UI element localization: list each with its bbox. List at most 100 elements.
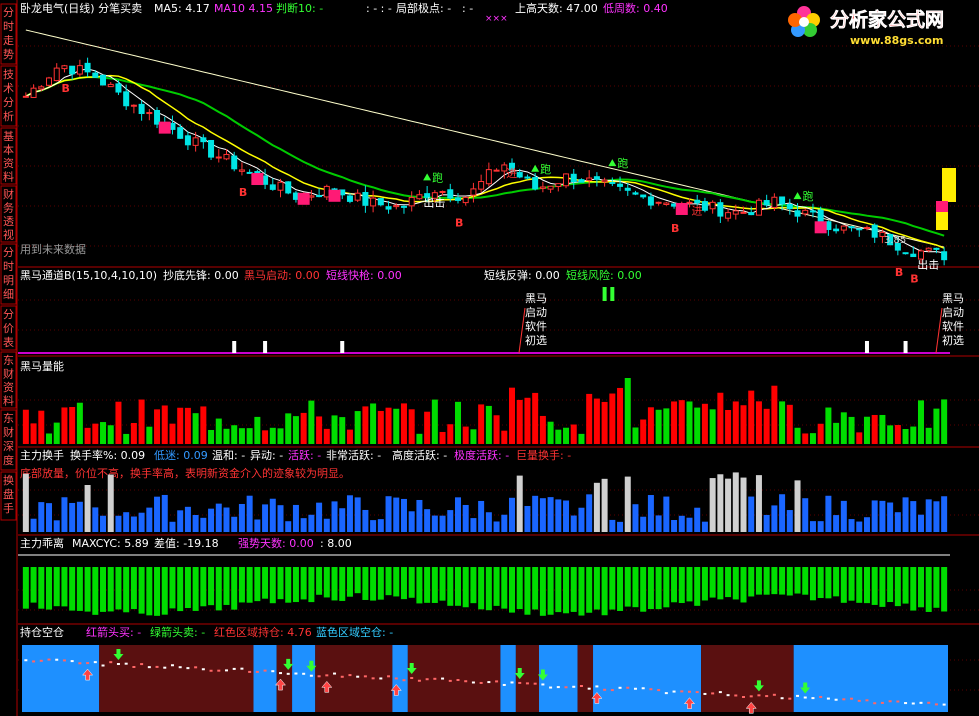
hold-dot xyxy=(441,677,445,680)
turnover-bar xyxy=(130,516,137,532)
volume-bar xyxy=(238,428,245,444)
run-mark: 跑 xyxy=(617,156,628,170)
candle-body xyxy=(454,197,461,201)
volume-bar xyxy=(647,407,654,444)
signal-green-bar xyxy=(610,287,615,301)
panel2-header: 黑马通道B(15,10,4,10,10) 抄底先锋: 0.00 黑马启动: 0.… xyxy=(20,268,642,282)
volume-bar xyxy=(400,403,407,444)
volume-bar xyxy=(887,425,894,444)
volume-bar xyxy=(871,414,878,444)
hold-zone xyxy=(500,645,516,712)
volume-bar xyxy=(833,422,840,444)
sidebar-tab-char: 资 xyxy=(3,381,14,394)
hold-dot xyxy=(641,687,645,690)
sidebar-tab[interactable]: 财务透视 xyxy=(0,185,17,243)
candle-body xyxy=(215,156,222,159)
pink-square-marker xyxy=(675,202,688,215)
deviation-bar xyxy=(578,567,585,616)
sidebar-tab[interactable]: 东财资料 xyxy=(0,351,17,409)
volume-bar xyxy=(154,409,161,444)
sidebar-tab[interactable]: 换盘手 xyxy=(0,471,17,521)
eight-label: : 8.00 xyxy=(320,537,352,550)
candle-body xyxy=(285,181,292,194)
deviation-bar xyxy=(933,567,940,608)
candle-body xyxy=(694,199,701,204)
sidebar-tab[interactable]: 分价表 xyxy=(0,305,17,351)
turnover-bar xyxy=(346,495,353,532)
turnover-bar xyxy=(509,497,516,532)
turnover-bar xyxy=(246,495,253,532)
candle-body xyxy=(115,83,122,93)
hold-dot xyxy=(294,672,298,675)
hold-dot xyxy=(703,692,707,695)
volume-bar xyxy=(130,422,137,444)
deviation-bar xyxy=(377,567,384,600)
volume-bar xyxy=(254,416,261,444)
candle-body xyxy=(763,200,770,206)
hold-dot xyxy=(248,670,252,673)
deviation-bar xyxy=(910,567,917,611)
deviation-bar xyxy=(879,567,886,607)
volume-bar xyxy=(902,429,909,444)
hold-zone xyxy=(392,645,408,712)
signal-white-bar xyxy=(340,341,345,353)
deviation-bar xyxy=(624,567,631,607)
turnover-bar xyxy=(578,507,585,532)
deviation-bar xyxy=(100,567,107,612)
sidebar-tab[interactable]: 技术分析 xyxy=(0,65,17,127)
deviation-bar xyxy=(655,567,662,610)
turnover-bar xyxy=(61,497,68,532)
signal-label: 初选 xyxy=(525,333,547,347)
volume-bar xyxy=(377,410,384,444)
hold-dot xyxy=(518,681,522,684)
volume-bar xyxy=(879,414,886,444)
deviation-bar xyxy=(69,567,76,611)
deviation-bar xyxy=(223,567,230,605)
run-mark: 跑 xyxy=(803,189,814,203)
flower-icon xyxy=(788,6,820,37)
stock-chart[interactable]: 分时走势技术分析基本资料财务透视分时明细分价表东财资料东财深度换盘手 卧龙电气(… xyxy=(0,0,979,716)
sidebar-tab[interactable]: 东财深度 xyxy=(0,409,17,471)
candle-body xyxy=(130,104,137,107)
sidebar-tab[interactable]: 基本资料 xyxy=(0,127,17,185)
week-label: 低周数: 0.40 xyxy=(603,2,668,15)
turnover-bar xyxy=(601,478,608,532)
deviation-bar xyxy=(779,567,786,595)
turnover-bar xyxy=(431,515,438,532)
volume-bar xyxy=(208,429,215,444)
deviation-bar xyxy=(740,567,747,603)
turnover-bar xyxy=(516,475,523,532)
turnover-bar xyxy=(917,514,924,532)
sidebar-tab-char: 术 xyxy=(3,82,14,95)
candle-body xyxy=(84,62,91,73)
candle-body xyxy=(725,212,732,219)
volume-bar xyxy=(925,427,932,444)
volume-bar xyxy=(300,412,307,444)
turnover-bar xyxy=(740,477,747,532)
turnover-bar xyxy=(362,509,369,532)
hold-dot xyxy=(942,703,946,706)
sidebar-tab[interactable]: 分时明细 xyxy=(0,243,17,305)
hold-dot xyxy=(610,689,614,692)
deviation-bar xyxy=(46,567,53,610)
hold-dot xyxy=(448,679,452,682)
judge-label: 判断10: - xyxy=(276,1,323,15)
turnover-bar xyxy=(115,515,122,532)
candle-body xyxy=(771,196,778,208)
turnover-bar xyxy=(840,500,847,532)
hold-dot xyxy=(734,694,738,697)
volume-bar xyxy=(786,404,793,444)
deviation-bar xyxy=(717,567,724,600)
red-arrow-label: 红箭头买: - xyxy=(86,625,141,639)
hold-zone xyxy=(701,645,794,712)
hold-dot xyxy=(502,683,506,686)
candle-body xyxy=(138,103,145,115)
turnover-bar xyxy=(655,515,662,532)
hold-dot xyxy=(556,686,560,689)
candle-body xyxy=(563,173,570,187)
volume-bar xyxy=(454,401,461,444)
candle-body xyxy=(586,177,593,181)
sidebar-tab[interactable]: 分时走势 xyxy=(0,3,17,65)
deviation-bar xyxy=(161,567,168,615)
kuaiqiang-label: 短线快枪: 0.00 xyxy=(326,268,402,282)
